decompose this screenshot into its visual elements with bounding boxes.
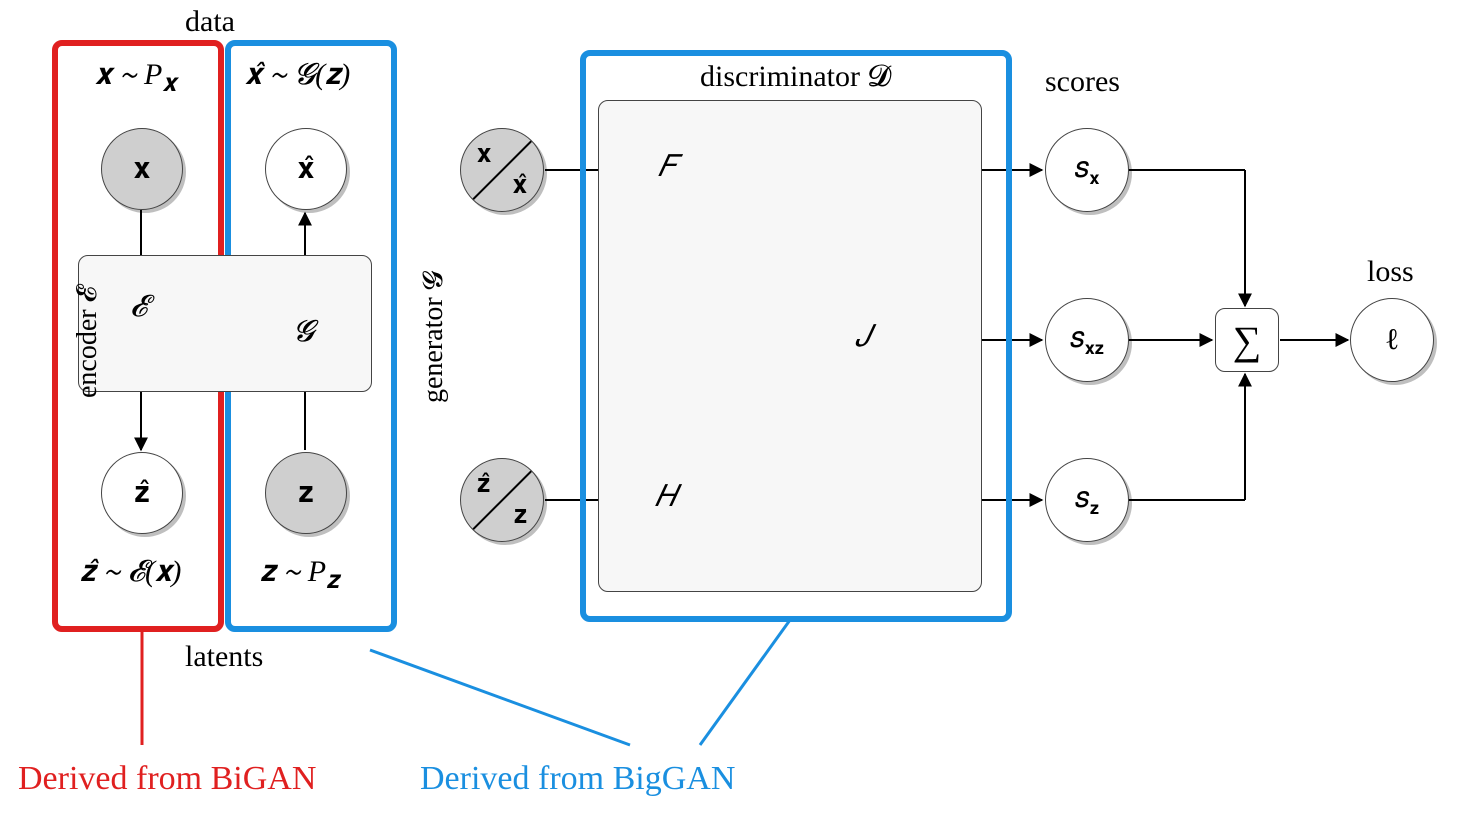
node-x: 𝐱 bbox=[101, 128, 183, 210]
label-latents: latents bbox=[185, 640, 263, 674]
label-encoder-side: encoder 𝓔 bbox=[72, 286, 104, 398]
node-xhat: 𝐱̂ bbox=[265, 128, 347, 210]
panel-encoder-generator bbox=[78, 255, 372, 392]
label-J-inside: 𝐽 bbox=[855, 320, 871, 354]
label-E-inside: 𝓔 bbox=[130, 290, 147, 324]
callout-bigan: Derived from BiGAN bbox=[18, 760, 316, 798]
node-loss: ℓ bbox=[1350, 298, 1434, 382]
callout-biggan: Derived from BigGAN bbox=[420, 760, 735, 798]
panel-discriminator bbox=[598, 100, 982, 592]
label-F-inside: 𝐹 bbox=[658, 150, 676, 184]
label-H-inside: 𝐻 bbox=[655, 480, 677, 514]
node-sz: 𝑠𝐳 bbox=[1045, 458, 1129, 542]
label-scores: scores bbox=[1045, 65, 1120, 99]
split-x-xhat: 𝐱 𝐱̂ bbox=[460, 128, 544, 212]
node-zhat: 𝐳̂ bbox=[101, 452, 183, 534]
label-data: data bbox=[185, 5, 235, 39]
node-z: 𝐳 bbox=[265, 452, 347, 534]
label-G-inside: 𝓖 bbox=[293, 315, 314, 349]
node-sxz: 𝑠𝐱𝐳 bbox=[1045, 298, 1129, 382]
label-loss: loss bbox=[1367, 255, 1414, 289]
label-generator-side: generator 𝓖 bbox=[418, 271, 450, 403]
split-zhat-z: 𝐳̂ 𝐳 bbox=[460, 458, 544, 542]
node-sum: ∑ bbox=[1215, 308, 1279, 372]
node-sx: 𝑠𝐱 bbox=[1045, 128, 1129, 212]
